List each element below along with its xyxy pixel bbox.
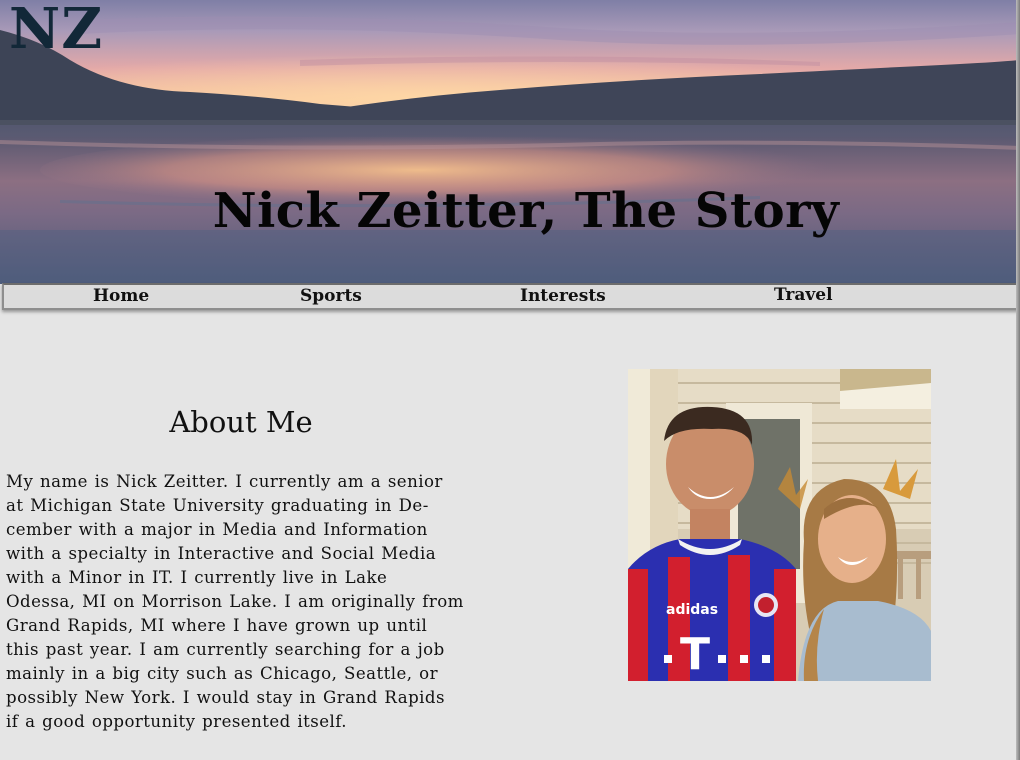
nav-link-interests[interactable]: Interests [520, 286, 606, 306]
svg-text:adidas: adidas [666, 602, 718, 618]
about-line: My name is Nick Zeitter. I currently am … [6, 472, 443, 491]
site-logo[interactable]: NZ [9, 0, 103, 63]
main-navigation: Home Sports Interests Travel [2, 283, 1020, 310]
about-line: at Michigan State University graduating … [6, 496, 429, 515]
page: NZ Nick Zeitter, The Story Home Sports I… [0, 0, 1020, 760]
lake-sunset-banner-image [0, 0, 1020, 284]
about-line: if a good opportunity presented itself. [6, 712, 347, 731]
about-line: possibly New York. I would stay in Grand… [6, 688, 445, 707]
nav-link-sports[interactable]: Sports [300, 286, 362, 306]
about-paragraph: My name is Nick Zeitter. I currently am … [6, 470, 541, 734]
about-heading: About Me [169, 405, 313, 439]
couple-photo-image: adidas T [628, 369, 931, 681]
about-line: this past year. I am currently searching… [6, 640, 445, 659]
about-line: Odessa, MI on Morrison Lake. I am origin… [6, 592, 464, 611]
nav-link-home[interactable]: Home [93, 286, 149, 306]
about-line: with a specialty in Interactive and Soci… [6, 544, 437, 563]
profile-photo: adidas T [628, 369, 931, 681]
header-banner: NZ Nick Zeitter, The Story [0, 0, 1020, 284]
about-line: Grand Rapids, MI where I have grown up u… [6, 616, 428, 635]
nav-link-travel[interactable]: Travel [774, 285, 833, 305]
site-title: Nick Zeitter, The Story [212, 183, 840, 239]
about-line: mainly in a big city such as Chicago, Se… [6, 664, 439, 683]
svg-text:T: T [680, 629, 710, 680]
about-line: cember with a major in Media and Informa… [6, 520, 428, 539]
about-line: with a Minor in IT. I currently live in … [6, 568, 388, 587]
